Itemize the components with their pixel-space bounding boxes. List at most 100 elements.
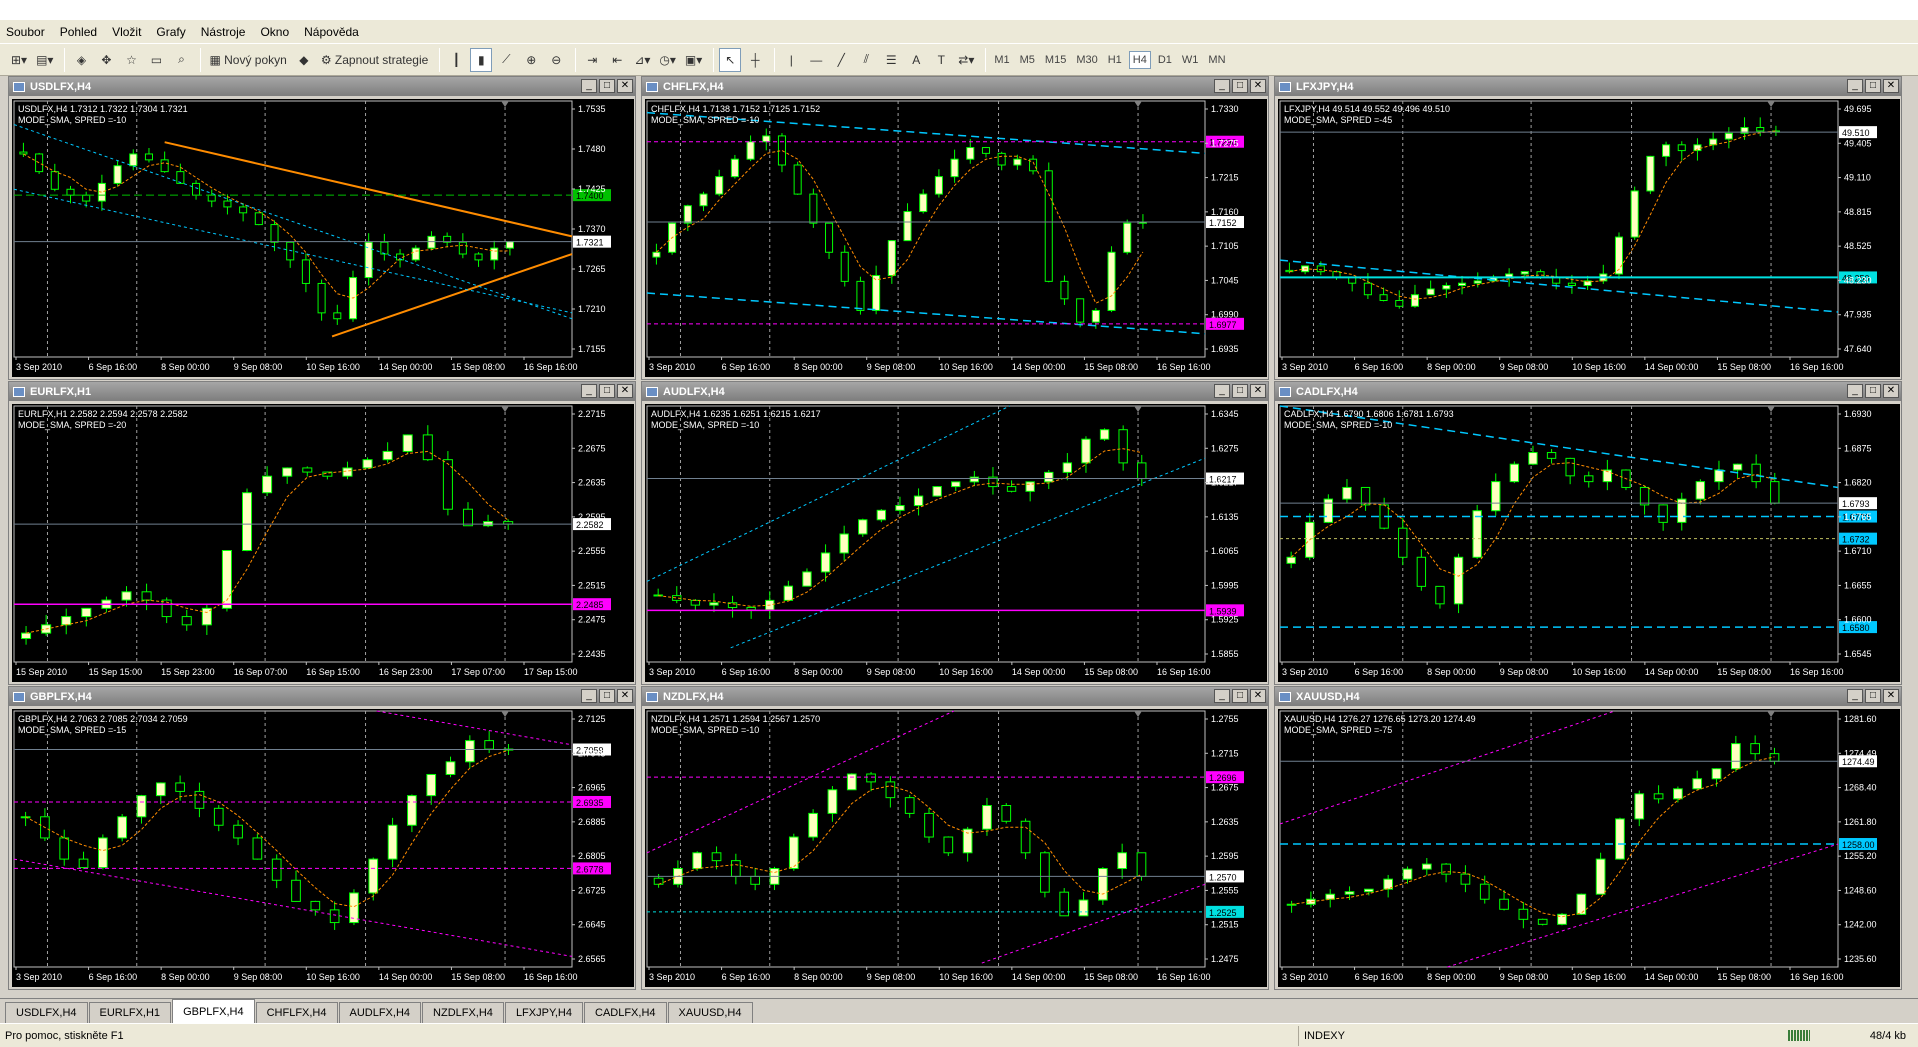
chart-canvas[interactable]: 2.69352.67782.70592.71252.70452.69652.68… xyxy=(12,709,634,987)
menu-view[interactable]: Pohled xyxy=(60,25,97,39)
tab-gbplfx[interactable]: GBPLFX,H4 xyxy=(172,999,255,1023)
chart-window[interactable]: USDLFX,H4 _ □ ✕ 1.7400 1.7321 1.7535 1.7480 1.74… xyxy=(8,76,636,380)
new-order-button[interactable]: ▦ Nový pokyn xyxy=(206,48,289,72)
timeframe-w1[interactable]: W1 xyxy=(1179,52,1202,68)
menu-help[interactable]: Nápověda xyxy=(304,25,359,39)
close-icon[interactable]: ✕ xyxy=(1883,79,1899,93)
data-window-icon[interactable]: ✥ xyxy=(95,48,117,72)
chart-shift-icon[interactable]: ⇤ xyxy=(606,48,628,72)
minimize-icon[interactable]: _ xyxy=(1847,79,1863,93)
timeframe-m30[interactable]: M30 xyxy=(1073,52,1100,68)
chart-window[interactable]: AUDLFX,H4 _ □ ✕ 1.5939 1.6217 1.6345 1.6275 1.62… xyxy=(641,381,1269,685)
chart-canvas[interactable]: 1.72901.69771.71521.73301.72751.72151.71… xyxy=(645,99,1267,377)
minimize-icon[interactable]: _ xyxy=(581,689,597,703)
timeframe-h4[interactable]: H4 xyxy=(1128,50,1151,69)
chart-window[interactable]: LFXJPY,H4 _ □ ✕ 48.250 49.510 49.695 49.405 49.1… xyxy=(1274,76,1902,380)
equidistant-channel-icon[interactable]: ⫽ xyxy=(855,48,877,72)
line-chart-icon[interactable]: ⟋ xyxy=(495,48,517,72)
terminal-icon[interactable]: ▭ xyxy=(145,48,167,72)
minimize-icon[interactable]: _ xyxy=(581,79,597,93)
bar-chart-icon[interactable]: ┃ xyxy=(445,48,467,72)
chart-titlebar[interactable]: GBPLFX,H4 _ □ ✕ xyxy=(9,687,635,706)
menu-tools[interactable]: Nástroje xyxy=(201,25,246,39)
tab-chflfx[interactable]: CHFLFX,H4 xyxy=(255,1002,338,1023)
vertical-line-icon[interactable]: | xyxy=(780,48,802,72)
close-icon[interactable]: ✕ xyxy=(1883,384,1899,398)
periods-icon[interactable]: ◷▾ xyxy=(656,48,679,72)
maximize-icon[interactable]: □ xyxy=(1232,384,1248,398)
chart-window[interactable]: GBPLFX,H4 _ □ ✕ 2.6935 2.6778 2.7059 2.7125 2.70… xyxy=(8,686,636,990)
tab-eurlfx[interactable]: EURLFX,H1 xyxy=(88,1002,172,1023)
text-label-icon[interactable]: T xyxy=(930,48,952,72)
zoom-out-icon[interactable]: ⊖ xyxy=(545,48,567,72)
chart-window[interactable]: XAUUSD,H4 _ □ ✕ 1258.00 1274.49 1281.60 1274.49… xyxy=(1274,686,1902,990)
tab-nzdlfx[interactable]: NZDLFX,H4 xyxy=(422,1002,504,1023)
chart-titlebar[interactable]: USDLFX,H4 _ □ ✕ xyxy=(9,77,635,96)
strategy-tester-icon[interactable]: ⌕ xyxy=(170,48,192,72)
trendline-icon[interactable]: ╱ xyxy=(830,48,852,72)
arrows-icon[interactable]: ⇄▾ xyxy=(955,48,977,72)
chart-titlebar[interactable]: LFXJPY,H4 _ □ ✕ xyxy=(1275,77,1901,96)
meta-editor-icon[interactable]: ◆ xyxy=(293,48,315,72)
minimize-icon[interactable]: _ xyxy=(1847,689,1863,703)
indicators-icon[interactable]: ⊿▾ xyxy=(631,48,653,72)
minimize-icon[interactable]: _ xyxy=(1214,689,1230,703)
menu-insert[interactable]: Vložit xyxy=(112,25,141,39)
chart-canvas[interactable]: 1.59391.62171.63451.62751.62171.61351.60… xyxy=(645,404,1267,682)
maximize-icon[interactable]: □ xyxy=(1232,79,1248,93)
zoom-in-icon[interactable]: ⊕ xyxy=(520,48,542,72)
chart-titlebar[interactable]: AUDLFX,H4 _ □ ✕ xyxy=(642,382,1268,401)
maximize-icon[interactable]: □ xyxy=(1232,689,1248,703)
close-icon[interactable]: ✕ xyxy=(617,384,633,398)
chart-titlebar[interactable]: CADLFX,H4 _ □ ✕ xyxy=(1275,382,1901,401)
timeframe-h1[interactable]: H1 xyxy=(1105,52,1125,68)
maximize-icon[interactable]: □ xyxy=(1865,689,1881,703)
templates-icon[interactable]: ▣▾ xyxy=(682,48,705,72)
chart-canvas[interactable]: 1.26961.25251.25701.27551.27151.26751.26… xyxy=(645,709,1267,987)
crosshair-icon[interactable]: ┼ xyxy=(744,48,766,72)
close-icon[interactable]: ✕ xyxy=(1250,79,1266,93)
timeframe-m5[interactable]: M5 xyxy=(1017,52,1038,68)
minimize-icon[interactable]: _ xyxy=(1214,384,1230,398)
tab-xauusd[interactable]: XAUUSD,H4 xyxy=(667,1002,753,1023)
close-icon[interactable]: ✕ xyxy=(617,689,633,703)
chart-titlebar[interactable]: NZDLFX,H4 _ □ ✕ xyxy=(642,687,1268,706)
chart-titlebar[interactable]: XAUUSD,H4 _ □ ✕ xyxy=(1275,687,1901,706)
timeframe-d1[interactable]: D1 xyxy=(1155,52,1175,68)
maximize-icon[interactable]: □ xyxy=(599,79,615,93)
chart-titlebar[interactable]: EURLFX,H1 _ □ ✕ xyxy=(9,382,635,401)
chart-window[interactable]: NZDLFX,H4 _ □ ✕ 1.2696 1.2525 1.2570 1.2755 1.27… xyxy=(641,686,1269,990)
minimize-icon[interactable]: _ xyxy=(581,384,597,398)
timeframe-m1[interactable]: M1 xyxy=(991,52,1012,68)
close-icon[interactable]: ✕ xyxy=(1250,689,1266,703)
maximize-icon[interactable]: □ xyxy=(1865,79,1881,93)
menu-charts[interactable]: Grafy xyxy=(156,25,185,39)
tab-cadlfx[interactable]: CADLFX,H4 xyxy=(584,1002,667,1023)
expert-advisors-button[interactable]: ⚙ Zapnout strategie xyxy=(318,48,432,72)
close-icon[interactable]: ✕ xyxy=(1250,384,1266,398)
tab-lfxjpy[interactable]: LFXJPY,H4 xyxy=(504,1002,583,1023)
navigator-icon[interactable]: ☆ xyxy=(120,48,142,72)
chart-window[interactable]: EURLFX,H1 _ □ ✕ 2.2485 2.2582 2.2715 2.2675 2.26… xyxy=(8,381,636,685)
menu-window[interactable]: Okno xyxy=(260,25,289,39)
tab-usdlfx[interactable]: USDLFX,H4 xyxy=(5,1002,88,1023)
horizontal-line-icon[interactable]: — xyxy=(805,48,827,72)
chart-window[interactable]: CHFLFX,H4 _ □ ✕ 1.7290 1.6977 1.7152 1.7330 1.72… xyxy=(641,76,1269,380)
tab-audlfx[interactable]: AUDLFX,H4 xyxy=(338,1002,422,1023)
market-watch-icon[interactable]: ◈ xyxy=(70,48,92,72)
maximize-icon[interactable]: □ xyxy=(599,689,615,703)
chart-window[interactable]: CADLFX,H4 _ □ ✕ 1.6770 1.6732 1.6580 1.6793 1.69… xyxy=(1274,381,1902,685)
maximize-icon[interactable]: □ xyxy=(599,384,615,398)
minimize-icon[interactable]: _ xyxy=(1847,384,1863,398)
minimize-icon[interactable]: _ xyxy=(1214,79,1230,93)
autoscroll-icon[interactable]: ⇥ xyxy=(581,48,603,72)
chart-canvas[interactable]: 1258.00 1274.49 1281.60 1274.49 1268.40 1261.… xyxy=(1278,709,1900,987)
chart-canvas[interactable]: 2.24852.25822.27152.26752.26352.25952.25… xyxy=(12,404,634,682)
menu-file[interactable]: Soubor xyxy=(6,25,45,39)
candlestick-icon[interactable]: ▮ xyxy=(470,47,493,72)
cursor-icon[interactable]: ↖ xyxy=(719,47,742,72)
chart-canvas[interactable]: 1.67701.67321.65801.67931.69301.68751.68… xyxy=(1278,404,1900,682)
chart-titlebar[interactable]: CHFLFX,H4 _ □ ✕ xyxy=(642,77,1268,96)
timeframe-m15[interactable]: M15 xyxy=(1042,52,1069,68)
fibonacci-icon[interactable]: ☰ xyxy=(880,48,902,72)
